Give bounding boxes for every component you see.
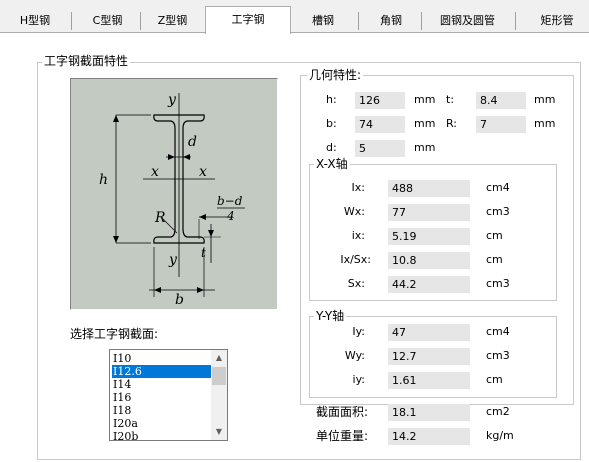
d-label: d: bbox=[326, 141, 337, 154]
list-item[interactable]: I20a bbox=[112, 417, 211, 430]
ix-sx-label: Ix/Sx: bbox=[340, 253, 371, 266]
iy-label: iy: bbox=[352, 373, 365, 386]
b-unit: mm bbox=[414, 117, 436, 130]
tab-separator bbox=[358, 12, 359, 30]
yy-axis-title: Y-Y轴 bbox=[314, 309, 347, 323]
r-label: R: bbox=[446, 117, 458, 130]
ix-cap-value[interactable]: 488 bbox=[388, 180, 470, 197]
list-item[interactable]: I20b bbox=[112, 430, 211, 440]
weight-value[interactable]: 14.2 bbox=[388, 428, 470, 445]
section-listbox[interactable]: I10 I12.6 I14 I16 I18 I20a I20b ▲ ▼ bbox=[109, 349, 228, 441]
listbox-scrollbar[interactable]: ▲ ▼ bbox=[211, 350, 227, 440]
ix-cap-label: Ix: bbox=[351, 181, 365, 194]
label-x-right: x bbox=[199, 164, 207, 180]
d-value[interactable]: 5 bbox=[355, 140, 405, 157]
d-unit: mm bbox=[414, 141, 436, 154]
sx-label: Sx: bbox=[347, 277, 365, 290]
b-label: b: bbox=[326, 117, 337, 130]
iy-cap-label: Iy: bbox=[352, 325, 365, 338]
ix-label: ix: bbox=[351, 229, 365, 242]
select-section-label: 选择工字钢截面: bbox=[70, 327, 159, 341]
h-unit: mm bbox=[414, 93, 436, 106]
scroll-up-icon[interactable]: ▲ bbox=[211, 350, 227, 366]
t-unit: mm bbox=[534, 93, 556, 106]
ix-unit: cm bbox=[486, 229, 503, 242]
list-item[interactable]: I16 bbox=[112, 391, 211, 404]
scroll-thumb[interactable] bbox=[212, 367, 226, 385]
h-label: h: bbox=[326, 93, 337, 106]
ix-value[interactable]: 5.19 bbox=[388, 228, 470, 245]
tab-channel-steel[interactable]: 槽钢 bbox=[292, 10, 354, 32]
tab-separator bbox=[140, 12, 141, 30]
list-item[interactable]: I18 bbox=[112, 404, 211, 417]
wy-value[interactable]: 12.7 bbox=[388, 348, 470, 365]
r-value[interactable]: 7 bbox=[476, 116, 526, 133]
tab-angle-steel[interactable]: 角钢 bbox=[362, 10, 420, 32]
area-label: 截面面积: bbox=[316, 405, 369, 419]
label-r: R bbox=[154, 210, 166, 226]
ix-cap-unit: cm4 bbox=[486, 181, 510, 194]
tab-separator bbox=[421, 12, 422, 30]
wy-unit: cm3 bbox=[486, 349, 510, 362]
sx-value[interactable]: 44.2 bbox=[388, 276, 470, 293]
iy-cap-unit: cm4 bbox=[486, 325, 510, 338]
wx-label: Wx: bbox=[343, 205, 365, 218]
tab-separator bbox=[515, 12, 516, 30]
r-unit: mm bbox=[534, 117, 556, 130]
b-value[interactable]: 74 bbox=[355, 116, 405, 133]
t-label: t: bbox=[446, 93, 455, 106]
label-y-top: y bbox=[167, 92, 177, 108]
scroll-down-icon[interactable]: ▼ bbox=[211, 424, 227, 440]
section-properties-title: 工字钢截面特性 bbox=[42, 54, 131, 68]
area-value[interactable]: 18.1 bbox=[388, 404, 470, 421]
i-beam-diagram: y y x x h d t R b b−d 4 bbox=[70, 78, 278, 310]
label-h: h bbox=[99, 172, 108, 188]
tab-c-steel[interactable]: C型钢 bbox=[80, 10, 135, 32]
tab-i-beam[interactable]: 工字钢 bbox=[205, 6, 291, 34]
h-value[interactable]: 126 bbox=[355, 92, 405, 109]
area-unit: cm2 bbox=[486, 405, 510, 418]
label-x-left: x bbox=[151, 164, 159, 180]
xx-axis-title: X-X轴 bbox=[314, 157, 350, 171]
label-b-minus-d: b−d bbox=[217, 194, 243, 208]
label-y-bottom: y bbox=[168, 252, 178, 268]
tab-bar: H型钢 C型钢 Z型钢 工字钢 槽钢 角钢 圆钢及圆管 矩形管 bbox=[0, 0, 589, 34]
iy-value[interactable]: 1.61 bbox=[388, 372, 470, 389]
i-beam-drawing: y y x x h d t R b b−d 4 bbox=[99, 92, 245, 308]
weight-unit: kg/m bbox=[486, 429, 514, 442]
list-item[interactable]: I10 bbox=[112, 352, 211, 365]
iy-unit: cm bbox=[486, 373, 503, 386]
wy-label: Wy: bbox=[344, 349, 365, 362]
t-value[interactable]: 8.4 bbox=[476, 92, 526, 109]
tab-separator bbox=[71, 12, 72, 30]
label-t: t bbox=[201, 246, 206, 260]
label-d: d bbox=[188, 134, 197, 150]
iy-cap-value[interactable]: 47 bbox=[388, 324, 470, 341]
tab-h-steel[interactable]: H型钢 bbox=[10, 10, 60, 32]
ix-sx-value[interactable]: 10.8 bbox=[388, 252, 470, 269]
ix-sx-unit: cm bbox=[486, 253, 503, 266]
geometry-title: 几何特性: bbox=[307, 68, 364, 82]
list-item[interactable]: I14 bbox=[112, 378, 211, 391]
label-four: 4 bbox=[226, 209, 235, 223]
tab-rectangular-tube[interactable]: 矩形管 bbox=[528, 10, 586, 32]
label-b: b bbox=[175, 292, 184, 308]
wx-unit: cm3 bbox=[486, 205, 510, 218]
list-item-selected[interactable]: I12.6 bbox=[112, 365, 211, 378]
wx-value[interactable]: 77 bbox=[388, 204, 470, 221]
tab-round-steel-tube[interactable]: 圆钢及圆管 bbox=[425, 10, 510, 32]
sx-unit: cm3 bbox=[486, 277, 510, 290]
tab-z-steel[interactable]: Z型钢 bbox=[145, 10, 200, 32]
weight-label: 单位重量: bbox=[316, 429, 369, 443]
